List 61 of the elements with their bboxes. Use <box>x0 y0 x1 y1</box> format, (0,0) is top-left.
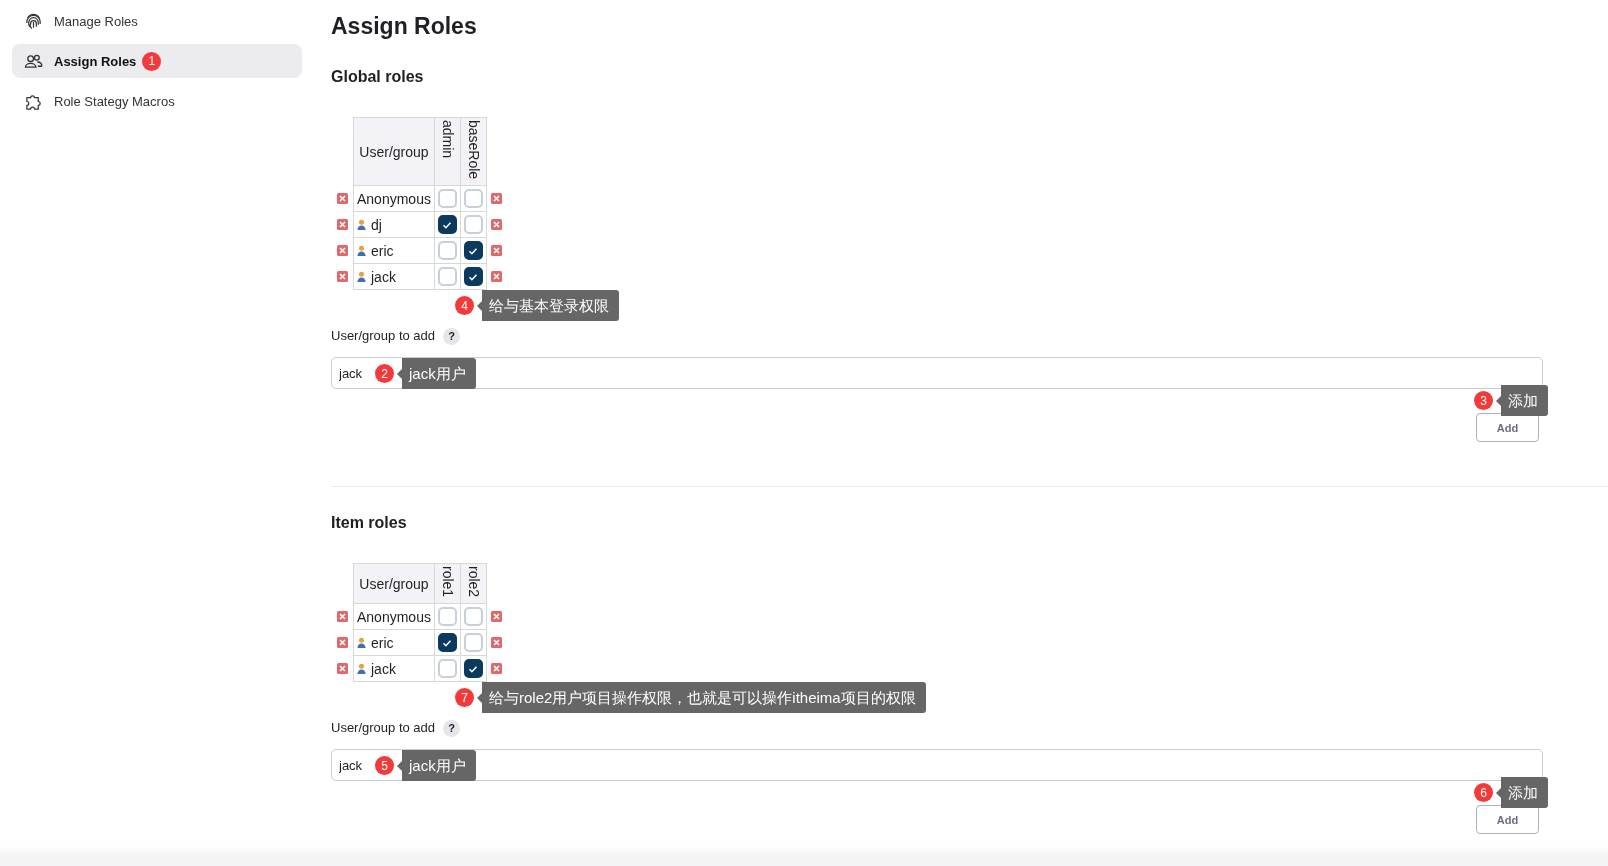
role-header: admin <box>434 117 461 186</box>
delete-icon[interactable] <box>490 219 502 231</box>
delete-icon[interactable] <box>337 271 348 283</box>
user-name: dj <box>371 216 382 233</box>
user-icon <box>357 271 366 283</box>
delete-icon[interactable] <box>490 193 502 205</box>
delete-icon[interactable] <box>337 611 348 623</box>
annotation-number: 4 <box>455 296 474 316</box>
checkbox[interactable] <box>463 659 483 679</box>
annotation-number: 6 <box>1474 783 1493 803</box>
sidebar-item[interactable]: Role Stategy Macros <box>12 84 302 118</box>
delete-icon[interactable] <box>490 637 502 649</box>
checkbox[interactable] <box>463 267 483 287</box>
annotation-callout: 给与role2用户项目操作权限，也就是可以操作itheima项目的权限 <box>477 682 926 714</box>
checkbox[interactable] <box>437 633 457 653</box>
annotation-number: 3 <box>1474 391 1493 411</box>
delete-icon[interactable] <box>490 271 502 283</box>
delete-icon[interactable] <box>490 245 502 257</box>
page-title: Assign Roles <box>331 12 478 41</box>
user-name: eric <box>371 634 394 651</box>
annotation-callout: 添加 <box>1496 385 1548 417</box>
checkbox[interactable] <box>437 215 457 235</box>
add-button[interactable]: Add <box>1476 805 1539 835</box>
user-name: eric <box>371 242 394 259</box>
role-header: role2 <box>460 563 487 604</box>
delete-icon[interactable] <box>337 219 348 231</box>
annotation-callout: 添加 <box>1496 777 1548 809</box>
user-icon <box>357 245 366 257</box>
delete-icon[interactable] <box>337 193 348 205</box>
user-name: Anonymous <box>357 190 431 207</box>
delete-icon[interactable] <box>490 663 502 675</box>
field-label: User/group to add <box>331 719 436 738</box>
annotation-callout: jack用户 <box>397 750 476 782</box>
help-button[interactable]: ? <box>443 719 461 737</box>
user-name: jack <box>371 268 396 285</box>
user-icon <box>357 637 366 649</box>
field-label: User/group to add <box>331 327 436 346</box>
help-button[interactable]: ? <box>443 327 461 345</box>
delete-icon[interactable] <box>337 245 348 257</box>
sidebar-item[interactable]: Assign Roles 1 <box>12 44 302 78</box>
section-heading: Global roles <box>331 67 425 87</box>
add-button[interactable]: Add <box>1476 413 1539 443</box>
checkbox[interactable] <box>463 241 483 261</box>
user-icon <box>357 219 366 231</box>
sidebar-item[interactable]: Manage Roles <box>12 4 302 38</box>
user-name: Anonymous <box>357 608 431 625</box>
annotation-number: 7 <box>455 688 474 708</box>
annotation-number: 1 <box>142 51 162 71</box>
user-icon <box>357 663 366 675</box>
role-header: role1 <box>434 563 461 604</box>
column-header: User/group <box>353 117 435 186</box>
delete-icon[interactable] <box>490 611 502 623</box>
annotation-callout: jack用户 <box>397 358 476 390</box>
delete-icon[interactable] <box>337 637 348 649</box>
delete-icon[interactable] <box>337 663 348 675</box>
fingerprint-icon <box>24 11 43 31</box>
role-header: baseRole <box>460 117 487 186</box>
section-heading: Item roles <box>331 513 408 534</box>
user-name: jack <box>371 660 396 677</box>
annotation-callout: 给与基本登录权限 <box>477 290 619 322</box>
column-header: User/group <box>353 563 435 604</box>
